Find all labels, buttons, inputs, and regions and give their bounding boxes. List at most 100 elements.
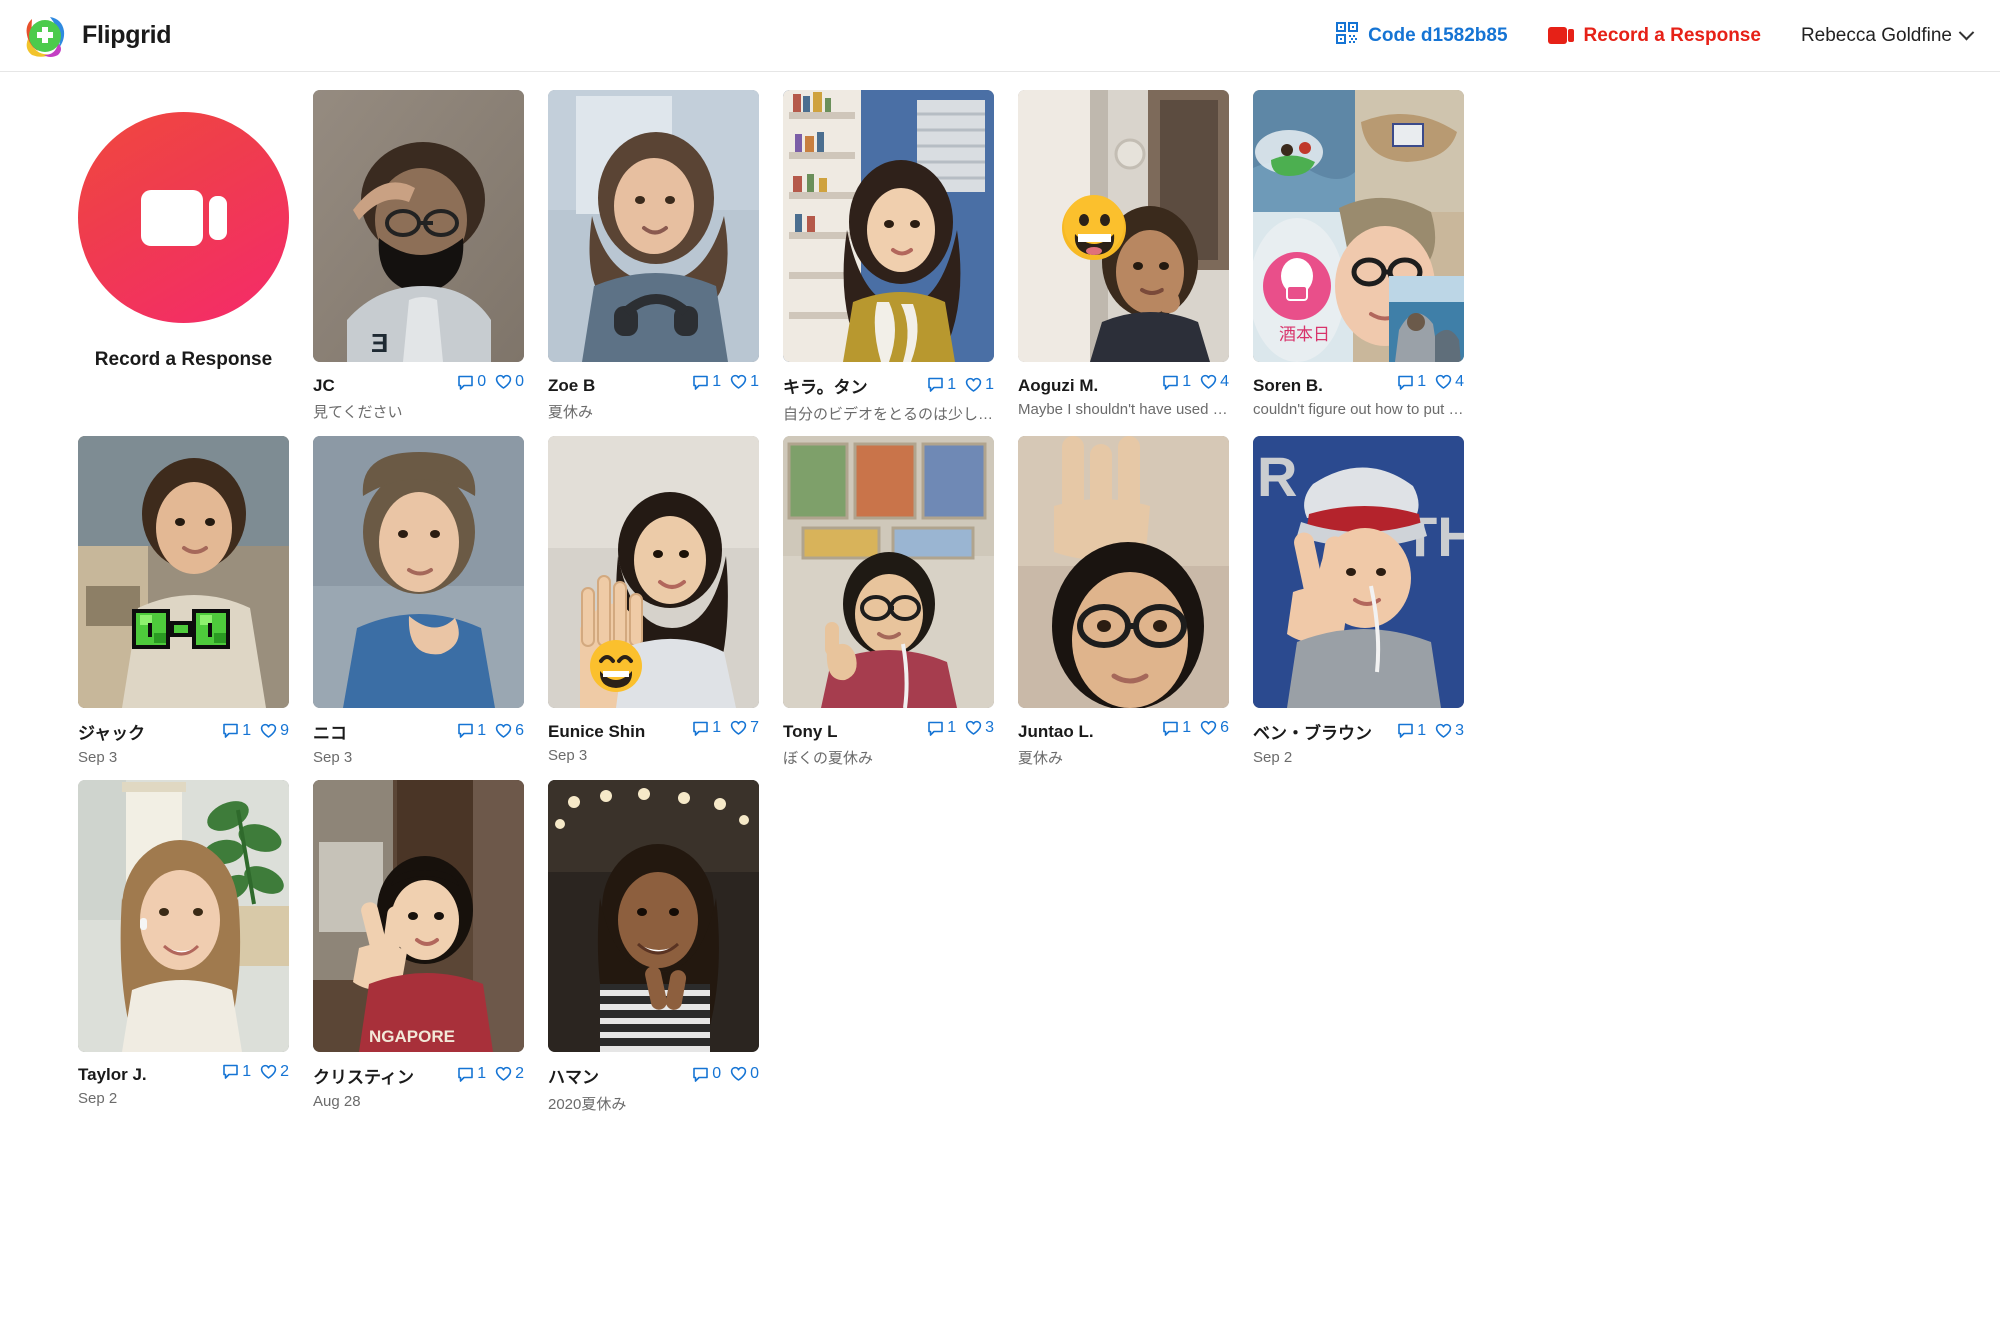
response-card[interactable]: NGAPORE クリスティン 1 2 Aug 28: [313, 779, 524, 1114]
comment-bubble-icon: [457, 374, 474, 391]
response-meta: キラ。タン 1 1: [783, 373, 994, 398]
like-count[interactable]: 1: [730, 373, 759, 391]
response-card[interactable]: Tony L 1 3 ぼくの夏休み: [783, 436, 994, 768]
like-count[interactable]: 2: [260, 1063, 289, 1081]
comment-count[interactable]: 1: [927, 376, 956, 394]
response-counts: 1 2: [222, 1063, 289, 1081]
heart-icon: [730, 1066, 747, 1082]
like-count[interactable]: 6: [1200, 719, 1229, 737]
response-card[interactable]: R TH ベン・ブラウン 1: [1253, 436, 1464, 768]
comment-bubble-icon: [692, 1066, 709, 1083]
response-card[interactable]: Aoguzi M. 1 4 Maybe I shouldn't have use…: [1018, 90, 1229, 424]
response-thumbnail[interactable]: [1018, 436, 1229, 708]
like-count-value: 4: [1220, 373, 1229, 390]
like-count[interactable]: 7: [730, 719, 759, 737]
response-author-name: Eunice Shin: [548, 721, 646, 741]
comment-count[interactable]: 1: [457, 722, 486, 740]
response-thumbnail[interactable]: [78, 779, 289, 1052]
record-a-response-header-button[interactable]: Record a Response: [1547, 25, 1761, 47]
like-count-value: 0: [515, 373, 524, 390]
response-counts: 0 0: [692, 1065, 759, 1083]
comment-count[interactable]: 1: [1397, 373, 1426, 391]
response-subtitle: 2020夏休み: [548, 1095, 627, 1113]
heart-icon: [495, 1066, 512, 1082]
like-count[interactable]: 2: [495, 1065, 524, 1083]
comment-count-value: 1: [947, 375, 957, 393]
qr-code-icon: [1336, 22, 1359, 49]
comment-bubble-icon: [927, 720, 944, 737]
response-counts: 1 3: [927, 719, 994, 737]
like-count[interactable]: 0: [495, 373, 524, 391]
response-thumbnail[interactable]: [783, 90, 994, 362]
response-thumbnail[interactable]: Ǝ: [313, 90, 524, 362]
response-thumbnail[interactable]: R TH: [1253, 436, 1464, 708]
response-thumbnail[interactable]: [548, 90, 759, 362]
comment-count[interactable]: 0: [692, 1065, 721, 1083]
like-count[interactable]: 1: [965, 376, 994, 394]
response-thumbnail[interactable]: [548, 779, 759, 1052]
comment-count-value: 1: [477, 721, 487, 739]
video-camera-icon: [140, 189, 227, 246]
brand[interactable]: Flipgrid: [22, 13, 172, 59]
flipgrid-plus-logo-icon: [22, 13, 68, 59]
response-subtitle: Sep 3: [78, 749, 118, 766]
comment-count[interactable]: 1: [457, 1065, 486, 1083]
grinning-face-emoji-sticker: [1060, 194, 1128, 262]
response-thumbnail[interactable]: [548, 436, 759, 708]
comment-count[interactable]: 1: [927, 719, 956, 737]
record-a-response-tile[interactable]: Record a Response: [78, 90, 289, 424]
comment-bubble-icon: [222, 1063, 239, 1080]
comment-count[interactable]: 1: [692, 373, 721, 391]
response-card[interactable]: キラ。タン 1 1 自分のビデオをとるのは少しはずか…: [783, 90, 994, 424]
comment-count[interactable]: 0: [457, 373, 486, 391]
like-count[interactable]: 4: [1200, 373, 1229, 391]
response-meta: Aoguzi M. 1 4: [1018, 373, 1229, 396]
response-card[interactable]: ニコ 1 6 Sep 3: [313, 436, 524, 768]
response-thumbnail[interactable]: [313, 436, 524, 708]
heart-icon: [1200, 374, 1217, 390]
response-meta: ベン・ブラウン 1 3: [1253, 719, 1464, 744]
user-menu-button[interactable]: Rebecca Goldfine: [1801, 25, 1975, 47]
comment-bubble-icon: [457, 1066, 474, 1083]
grid-code-label: Code d1582b85: [1368, 24, 1508, 46]
heart-icon: [260, 1064, 277, 1080]
comment-count-value: 1: [1182, 719, 1192, 736]
like-count[interactable]: 4: [1435, 373, 1464, 391]
response-card[interactable]: Juntao L. 1 6 夏休み: [1018, 436, 1229, 768]
response-card[interactable]: ハマン 0 0 2020夏休み: [548, 779, 759, 1114]
response-card[interactable]: Zoe B 1 1 夏休み: [548, 90, 759, 424]
response-meta: Eunice Shin 1 7: [548, 719, 759, 742]
comment-count[interactable]: 1: [692, 719, 721, 737]
comment-bubble-icon: [457, 722, 474, 739]
comment-count[interactable]: 1: [1162, 719, 1191, 737]
response-subtitle: ぼくの夏休み: [783, 749, 874, 767]
comment-count[interactable]: 1: [1397, 722, 1426, 740]
comment-count-value: 1: [1417, 373, 1427, 390]
svg-text:R: R: [1257, 445, 1297, 508]
like-count[interactable]: 0: [730, 1065, 759, 1083]
comment-count-value: 1: [242, 721, 252, 739]
response-author-name: ベン・ブラウン: [1253, 724, 1372, 743]
like-count[interactable]: 3: [1435, 722, 1464, 740]
comment-count[interactable]: 1: [222, 1063, 251, 1081]
response-thumbnail[interactable]: 酒本日: [1253, 90, 1464, 362]
response-thumbnail[interactable]: [78, 436, 289, 708]
response-card[interactable]: 酒本日 Soren B. 1 4 couldn't figure out how…: [1253, 90, 1464, 424]
like-count-value: 2: [280, 1062, 289, 1080]
comment-count[interactable]: 1: [1162, 373, 1191, 391]
response-thumbnail[interactable]: [783, 436, 994, 708]
response-thumbnail[interactable]: [1018, 90, 1229, 362]
response-card[interactable]: ジャック 1 9 Sep 3: [78, 436, 289, 768]
response-subtitle: 夏休み: [548, 403, 594, 421]
response-card[interactable]: Taylor J. 1 2 Sep 2: [78, 779, 289, 1114]
response-card[interactable]: Eunice Shin 1 7 Sep 3: [548, 436, 759, 768]
like-count[interactable]: 3: [965, 719, 994, 737]
response-thumbnail[interactable]: NGAPORE: [313, 779, 524, 1052]
response-card[interactable]: Ǝ JC 0 0 見てください: [313, 90, 524, 424]
like-count[interactable]: 9: [260, 722, 289, 740]
like-count-value: 0: [750, 1065, 759, 1082]
like-count[interactable]: 6: [495, 722, 524, 740]
grid-code-button[interactable]: Code d1582b85: [1336, 22, 1508, 49]
record-a-response-circle-button[interactable]: [78, 112, 289, 323]
comment-count[interactable]: 1: [222, 722, 251, 740]
